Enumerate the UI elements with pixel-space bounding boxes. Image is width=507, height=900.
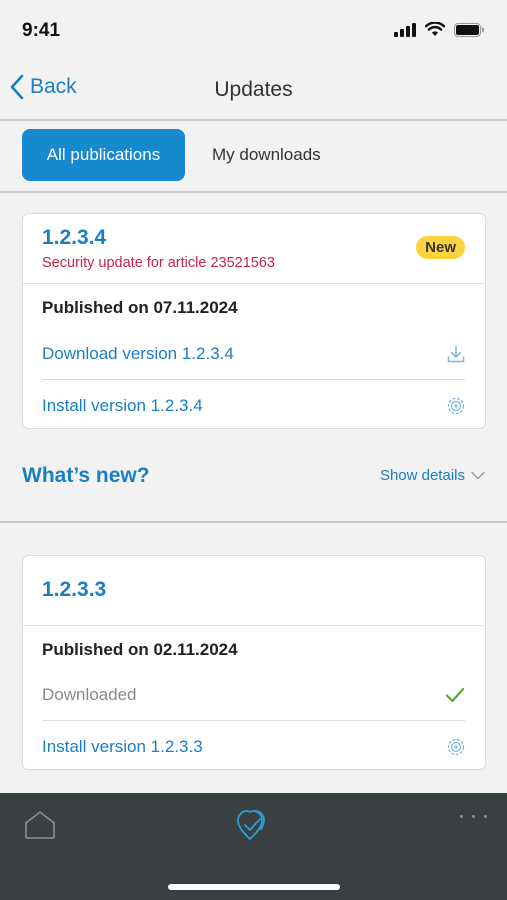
install-version-row[interactable]: Install version 1.2.3.3 — [42, 722, 465, 772]
download-version-row[interactable]: Download version 1.2.3.4 — [42, 329, 465, 379]
status-time: 9:41 — [22, 20, 61, 41]
tab-home[interactable] — [24, 810, 56, 845]
home-indicator — [168, 884, 340, 890]
update-card: 1.2.3.4 Security update for article 2352… — [22, 213, 486, 429]
tab-more[interactable] — [460, 815, 487, 818]
version-title: 1.2.3.3 — [42, 578, 107, 601]
tab-all-publications[interactable]: All publications — [22, 129, 185, 181]
update-card: 1.2.3.3 Published on 02.11.2024 Download… — [22, 555, 486, 770]
section-divider — [0, 521, 507, 523]
tab-my-downloads[interactable]: My downloads — [212, 129, 321, 181]
more-dot — [472, 815, 475, 818]
chevron-down-icon — [471, 471, 485, 480]
segment-control: All publications My downloads — [0, 121, 507, 191]
wifi-icon — [425, 22, 445, 36]
status-icons — [394, 22, 485, 37]
downloaded-status-row: Downloaded — [42, 670, 465, 720]
published-date: Published on 07.11.2024 — [42, 298, 238, 317]
tab-updates[interactable] — [236, 808, 272, 847]
row-divider — [42, 720, 465, 721]
update-card-header: 1.2.3.3 — [23, 556, 485, 626]
install-version-row[interactable]: Install version 1.2.3.4 — [42, 381, 465, 431]
battery-icon — [454, 22, 484, 37]
download-version-label: Download version 1.2.3.4 — [42, 344, 234, 363]
published-date: Published on 02.11.2024 — [42, 640, 238, 659]
downloaded-label: Downloaded — [42, 685, 137, 704]
page-title: Updates — [214, 78, 293, 101]
checkmark-icon — [445, 687, 465, 703]
download-icon — [447, 345, 465, 363]
more-dot — [460, 815, 463, 818]
more-dot — [484, 815, 487, 818]
segment-divider — [0, 191, 507, 193]
status-bar: 9:41 — [0, 0, 507, 62]
whats-new-section: What’s new? Show details — [0, 450, 507, 502]
install-version-label: Install version 1.2.3.3 — [42, 737, 203, 756]
updates-shield-icon — [237, 810, 265, 840]
cellular-signal-icon — [394, 22, 416, 37]
new-badge: New — [416, 236, 465, 259]
show-details-button[interactable]: Show details — [380, 467, 485, 484]
install-version-label: Install version 1.2.3.4 — [42, 396, 203, 415]
navigation-bar: Back Updates — [0, 62, 507, 120]
show-details-label: Show details — [379, 467, 465, 484]
version-title: 1.2.3.4 — [42, 226, 107, 249]
install-icon — [447, 397, 465, 415]
home-icon — [25, 811, 55, 839]
version-subtitle: Security update for article 23521563 — [42, 255, 275, 271]
whats-new-title[interactable]: What’s new? — [22, 464, 150, 488]
install-icon — [447, 738, 465, 756]
row-divider — [42, 379, 465, 380]
update-card-header: 1.2.3.4 Security update for article 2352… — [23, 214, 485, 284]
